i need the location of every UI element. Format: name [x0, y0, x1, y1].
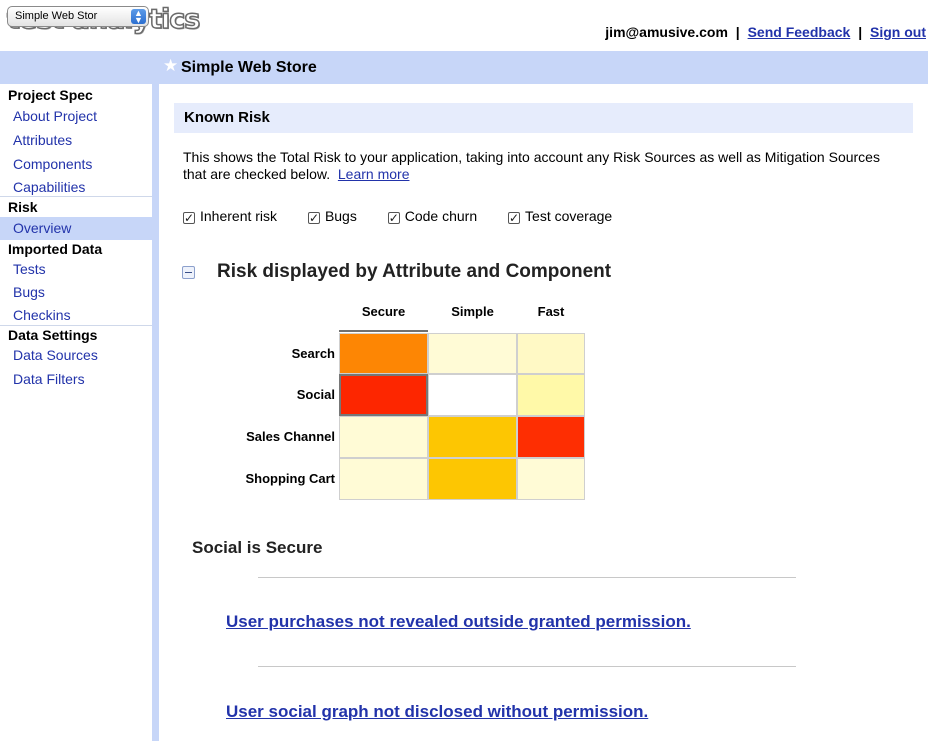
capability-link[interactable]: User social graph not disclosed without …: [226, 702, 648, 722]
separator: |: [858, 24, 863, 40]
heatmap-cell-shopping-cart-simple[interactable]: [428, 458, 517, 500]
capability-link[interactable]: User purchases not revealed outside gran…: [226, 612, 691, 632]
sidebar-item-bugs[interactable]: Bugs: [0, 281, 152, 305]
up-down-arrows-icon: ▲ ▼: [131, 9, 146, 25]
attribute-header-simple[interactable]: Simple: [428, 302, 517, 332]
sidebar-item-data-sources[interactable]: Data Sources: [0, 344, 152, 368]
sidebar-item-attributes[interactable]: Attributes: [0, 129, 152, 153]
description-text: This shows the Total Risk to your applic…: [183, 149, 880, 182]
user-links: jim@amusive.com | Send Feedback | Sign o…: [605, 24, 926, 40]
divider: [258, 577, 796, 578]
attribute-header-fast[interactable]: Fast: [517, 302, 585, 332]
risk-source-filters: ✓ Inherent risk ✓ Bugs ✓ Code churn ✓ Test c…: [183, 208, 612, 224]
sidebar-item-tests[interactable]: Tests: [0, 258, 152, 281]
filter-inherent-risk[interactable]: ✓ Inherent risk: [183, 208, 277, 224]
component-header-search[interactable]: Search: [175, 333, 335, 374]
project-title: Simple Web Store: [181, 59, 317, 76]
heatmap-cell-social-simple[interactable]: [428, 374, 517, 416]
project-bar: [0, 51, 928, 84]
separator: |: [735, 24, 740, 40]
filter-code-churn[interactable]: ✓ Code churn: [387, 208, 478, 224]
collapse-icon[interactable]: [182, 266, 195, 279]
project-select-value: Simple Web Stor: [15, 10, 98, 22]
heatmap-cell-search-secure[interactable]: [339, 333, 428, 374]
checkbox-checked-icon[interactable]: ✓: [387, 212, 400, 224]
known-risk-description: This shows the Total Risk to your applic…: [183, 149, 883, 183]
project-select[interactable]: Simple Web Stor ▲ ▼: [7, 6, 149, 27]
sidebar-item-overview[interactable]: Overview: [0, 217, 152, 240]
filter-label: Inherent risk: [200, 208, 278, 224]
sidebar-heading-imported-data: Imported Data: [8, 241, 103, 257]
filter-label: Code churn: [404, 208, 478, 224]
learn-more-link[interactable]: Learn more: [338, 166, 410, 182]
selection-title: Social is Secure: [192, 538, 323, 557]
component-header-social[interactable]: Social: [175, 374, 335, 415]
heatmap-cell-shopping-cart-fast[interactable]: [517, 458, 585, 500]
sidebar-heading-risk: Risk: [8, 199, 38, 215]
checkbox-checked-icon[interactable]: ✓: [183, 212, 195, 224]
send-feedback-link[interactable]: Send Feedback: [748, 24, 851, 40]
heatmap-cell-sales-channel-simple[interactable]: [428, 416, 517, 458]
sidebar-item-about-project[interactable]: About Project: [0, 105, 152, 129]
sidebar-item-capabilities[interactable]: Capabilities: [0, 177, 152, 196]
sidebar: Project Spec About Project Attributes Co…: [0, 86, 152, 741]
filter-bugs[interactable]: ✓ Bugs: [307, 208, 357, 224]
sidebar-item-data-filters[interactable]: Data Filters: [0, 368, 152, 392]
filter-label: Bugs: [324, 208, 357, 224]
component-header-sales-channel[interactable]: Sales Channel: [175, 416, 335, 457]
sidebar-heading-data-settings: Data Settings: [8, 327, 98, 343]
known-risk-header: Known Risk: [174, 103, 913, 133]
sidebar-divider: [152, 84, 159, 741]
sidebar-item-checkins[interactable]: Checkins: [0, 305, 152, 325]
star-icon[interactable]: ★: [163, 56, 178, 76]
heatmap-cell-social-fast[interactable]: [517, 374, 585, 416]
heatmap-cell-shopping-cart-secure[interactable]: [339, 458, 428, 500]
sidebar-heading-project-spec: Project Spec: [8, 87, 93, 103]
heatmap-cell-sales-channel-fast[interactable]: [517, 416, 585, 458]
user-email: jim@amusive.com: [605, 24, 728, 40]
checkbox-checked-icon[interactable]: ✓: [508, 212, 521, 224]
filter-label: Test coverage: [525, 208, 613, 224]
checkbox-checked-icon[interactable]: ✓: [307, 212, 320, 224]
heatmap-title: Risk displayed by Attribute and Componen…: [217, 261, 612, 282]
sign-out-link[interactable]: Sign out: [870, 24, 926, 40]
heatmap-cell-sales-channel-secure[interactable]: [339, 416, 428, 458]
divider: [258, 666, 796, 667]
sidebar-item-components[interactable]: Components: [0, 153, 152, 177]
heatmap-cell-social-secure[interactable]: [339, 374, 428, 416]
heatmap-cell-search-fast[interactable]: [517, 333, 585, 374]
component-header-shopping-cart[interactable]: Shopping Cart: [175, 458, 335, 499]
attribute-header-secure[interactable]: Secure: [339, 302, 428, 332]
filter-test-coverage[interactable]: ✓ Test coverage: [508, 208, 612, 224]
heatmap-cell-search-simple[interactable]: [428, 333, 517, 374]
